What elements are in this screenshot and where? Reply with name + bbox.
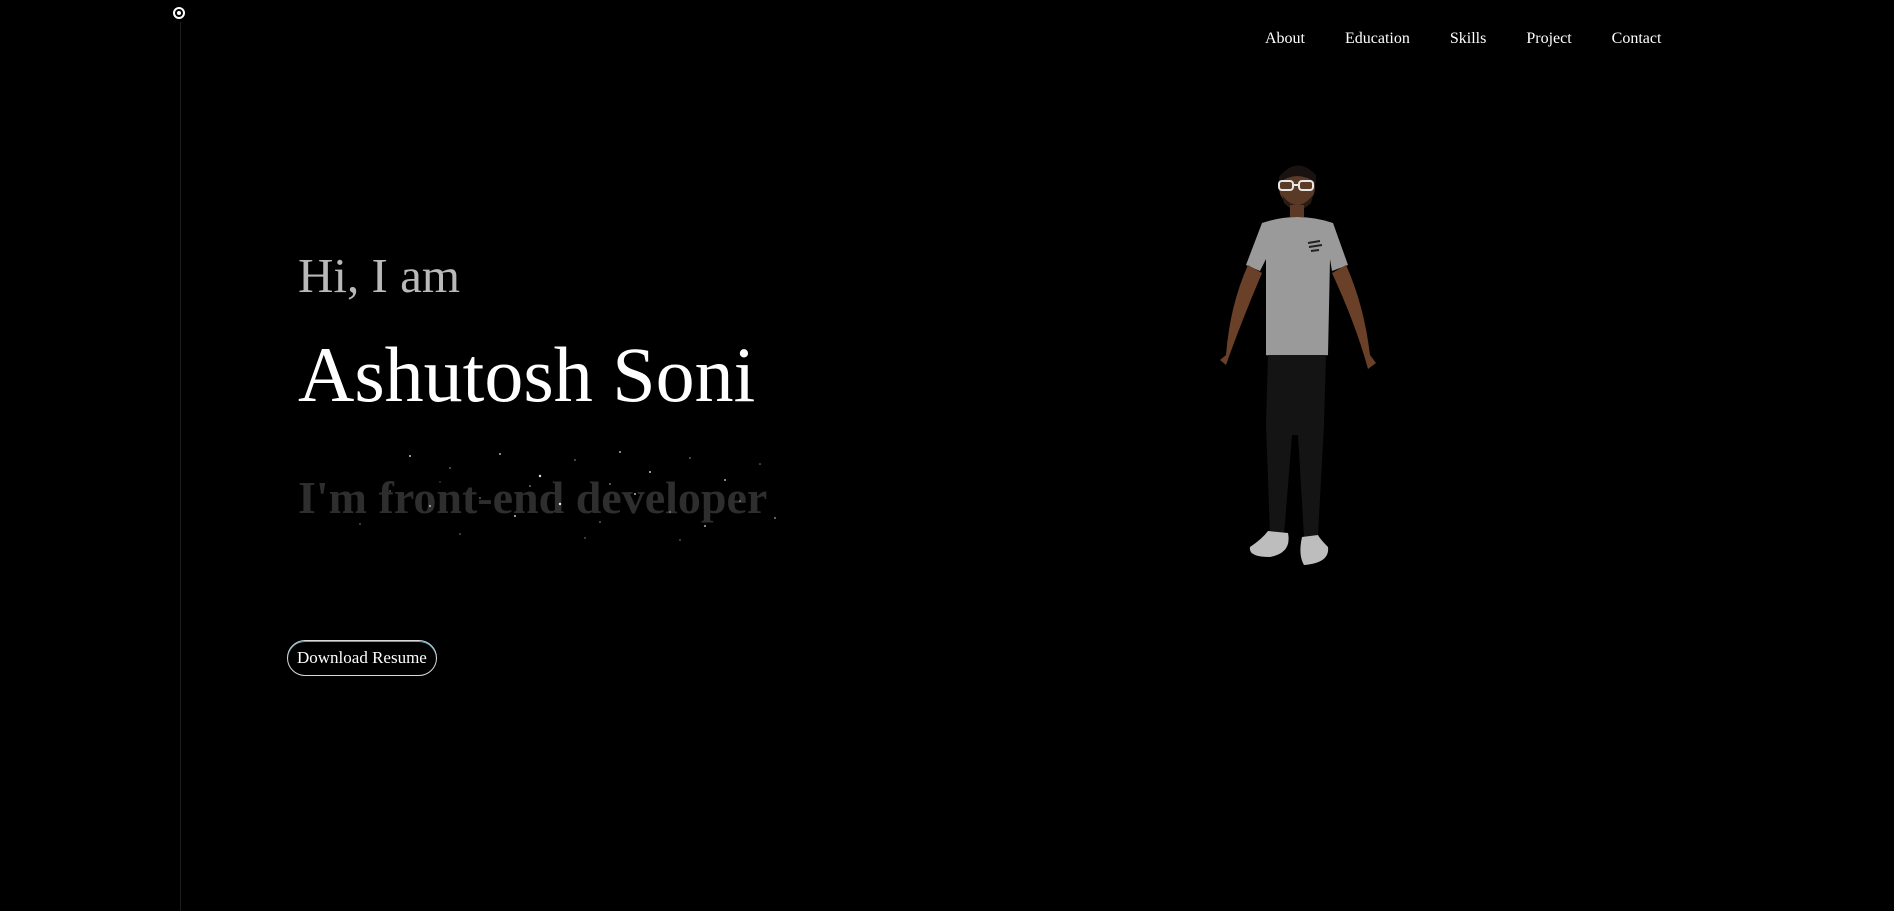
nav-education[interactable]: Education (1325, 29, 1430, 49)
main-nav: About Education Skills Project Contact (1245, 29, 1681, 49)
hero-role: I'm front-end developer (298, 472, 768, 523)
hero-greeting: Hi, I am (298, 248, 460, 303)
hero-name: Ashutosh Soni (298, 331, 756, 418)
download-resume-button[interactable]: Download Resume (287, 640, 437, 676)
timeline-dot-icon (173, 7, 185, 19)
nav-about[interactable]: About (1245, 29, 1325, 49)
nav-contact[interactable]: Contact (1592, 29, 1682, 49)
timeline-line (180, 22, 181, 911)
page: About Education Skills Project Contact H… (0, 0, 1894, 911)
nav-project[interactable]: Project (1506, 29, 1591, 49)
nav-skills[interactable]: Skills (1430, 29, 1506, 49)
3d-avatar-icon (1220, 165, 1376, 565)
